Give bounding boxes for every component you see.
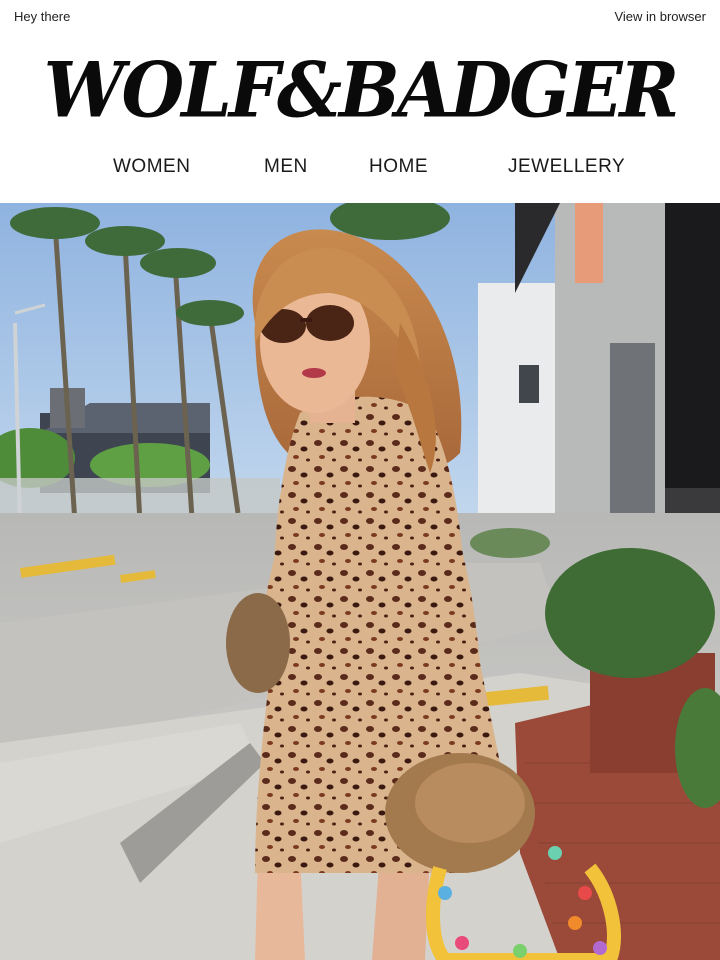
- logo-wordmark: WOLF&BADGER: [43, 44, 680, 135]
- nav-item-jewellery[interactable]: JEWELLERY: [508, 156, 625, 178]
- brand-logo[interactable]: WOLF&BADGER: [0, 46, 720, 134]
- nav-item-women[interactable]: WOMEN: [113, 156, 190, 178]
- main-nav: WOMEN MEN HOME JEWELLERY: [0, 150, 720, 184]
- hero-photo: [0, 203, 720, 960]
- nav-item-home[interactable]: HOME: [369, 156, 428, 178]
- greeting-text: Hey there: [14, 9, 71, 24]
- hero-image[interactable]: [0, 203, 720, 960]
- preheader: Hey there View in browser: [0, 0, 720, 36]
- view-in-browser-link[interactable]: View in browser: [614, 9, 706, 24]
- nav-item-men[interactable]: MEN: [264, 156, 308, 178]
